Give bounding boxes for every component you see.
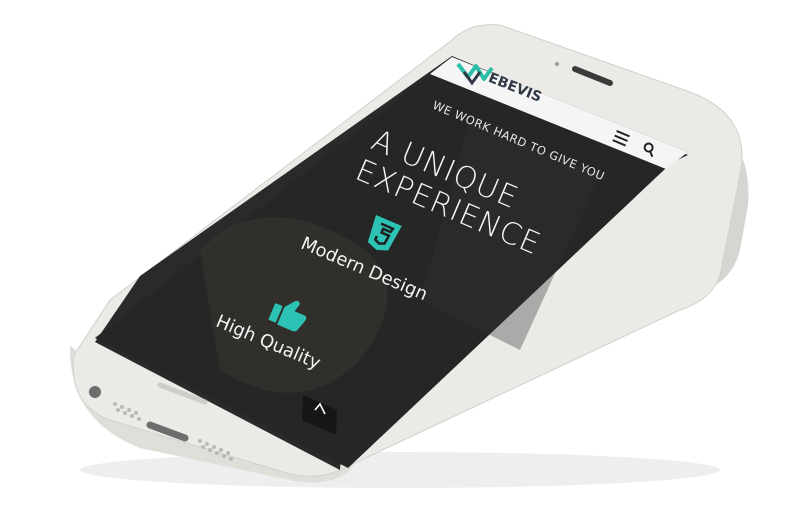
phone-shadow bbox=[80, 452, 720, 488]
mockup-stage: EBEVIS WE WORK HARD TO GIVE YOU A UNIQUE… bbox=[0, 0, 800, 505]
headphone-jack bbox=[89, 386, 101, 398]
front-camera bbox=[555, 62, 559, 66]
phone-illustration bbox=[69, 24, 749, 488]
